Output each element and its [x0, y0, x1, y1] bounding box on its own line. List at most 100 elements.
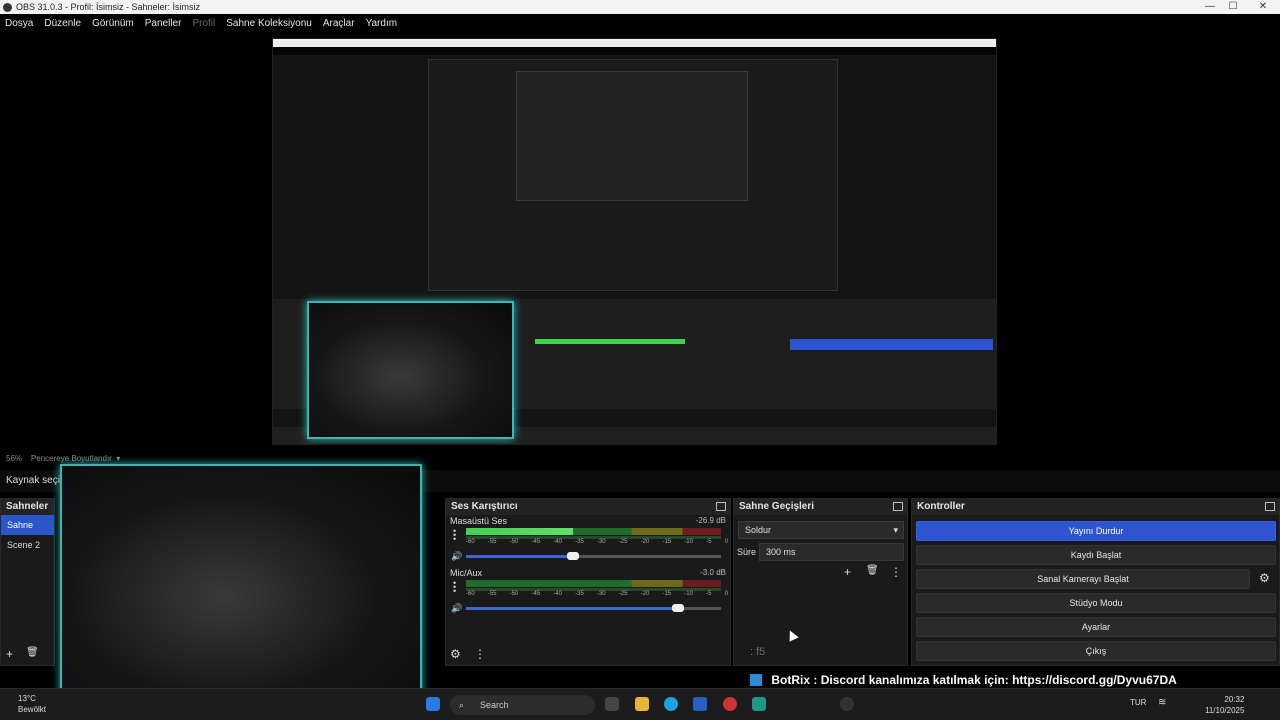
transition-select[interactable]: Soldur ▾	[738, 521, 904, 539]
file-explorer-icon[interactable]	[635, 697, 649, 711]
maximize-button[interactable]: ☐	[1218, 0, 1248, 14]
meter-ticks: -60 -55 -50 -45 -40 -35 -30 -25 -20 -15 …	[466, 539, 728, 549]
app-icon[interactable]	[752, 697, 766, 711]
volume-slider[interactable]	[466, 604, 721, 612]
chevron-down-icon[interactable]: ▾	[114, 454, 120, 463]
zoom-level[interactable]: 56%	[6, 454, 22, 463]
controls-dock: Kontroller Yayını Durdur Kaydı Başlat Sa…	[911, 498, 1280, 666]
speaker-icon[interactable]: 🔊	[451, 551, 462, 562]
tick-label: -55	[487, 539, 497, 545]
taskbar: 13°C Bewölkt ⌕ Search TUR ≋ 20:32 11/10/…	[0, 688, 1280, 720]
temperature: 13°C	[18, 694, 36, 703]
trash-icon[interactable]: 🗑	[26, 647, 39, 658]
nested-preview-inner	[516, 71, 748, 201]
slider-knob[interactable]	[671, 604, 684, 612]
trash-icon[interactable]: 🗑	[866, 565, 879, 576]
tick-label: -40	[553, 539, 562, 545]
menu-profile[interactable]: Profil	[192, 18, 215, 29]
controls-header: Kontroller	[912, 499, 1279, 515]
duration-spinbox[interactable]: 300 ms	[759, 543, 904, 561]
slider-fill	[466, 607, 678, 610]
clock[interactable]: 20:32 11/10/2025	[1205, 694, 1244, 716]
tick-label: -30	[596, 539, 606, 545]
studio-mode-button[interactable]: Stüdyo Modu	[916, 593, 1276, 613]
mixer-menu-icon[interactable]: ⋮	[474, 647, 486, 661]
scene-item-sahne[interactable]: Sahne	[1, 515, 54, 535]
speaker-icon[interactable]: 🔊	[451, 603, 462, 614]
search-label: Search	[480, 700, 509, 710]
tick-label: -35	[575, 539, 584, 545]
audio-mixer-dock: Ses Karıştırıcı Masaüstü Ses -26.9 dB • •…	[445, 498, 731, 666]
transition-selected: Soldur	[745, 525, 772, 535]
fit-mode[interactable]: Pencereye Boyutlandır	[31, 454, 112, 463]
chat-tail: : f5	[750, 646, 766, 658]
search-box[interactable]: ⌕ Search	[450, 695, 595, 715]
duration-value: 300 ms	[766, 547, 796, 557]
start-recording-button[interactable]: Kaydı Başlat	[916, 545, 1276, 565]
scenes-header: Sahneler	[1, 499, 54, 515]
tick-label: -10	[684, 591, 693, 597]
stop-streaming-button[interactable]: Yayını Durdur	[916, 521, 1276, 541]
chrome-icon[interactable]	[723, 697, 737, 711]
add-transition-icon[interactable]: +	[844, 565, 851, 579]
menu-docks[interactable]: Paneller	[145, 18, 182, 29]
popout-icon[interactable]	[893, 502, 903, 511]
tick-label: -45	[531, 539, 541, 545]
volume-slider[interactable]	[466, 552, 721, 560]
weather-widget[interactable]: 13°C Bewölkt	[18, 693, 46, 715]
weather-text: Bewölkt	[18, 705, 47, 714]
start-virtual-camera-button[interactable]: Sanal Kamerayı Başlat	[916, 569, 1250, 589]
menu-file[interactable]: Dosya	[5, 18, 33, 29]
nested-stop-stream	[790, 339, 993, 350]
menu-edit[interactable]: Düzenle	[44, 18, 81, 29]
settings-button[interactable]: Ayarlar	[916, 617, 1276, 637]
transition-menu-icon[interactable]: ⋮	[890, 565, 902, 579]
tick-label: -5	[706, 539, 712, 545]
scene-item-scene-2[interactable]: Scene 2	[1, 535, 54, 555]
nested-meter	[535, 339, 685, 344]
language-indicator[interactable]: TUR	[1130, 698, 1146, 707]
mixer-title: Ses Karıştırıcı	[451, 501, 518, 512]
virtual-camera-settings-icon[interactable]: ⚙	[1259, 571, 1270, 585]
store-icon[interactable]	[693, 697, 707, 711]
popout-icon[interactable]	[1265, 502, 1275, 511]
duration-label: Süre	[737, 547, 757, 557]
no-source-label: Kaynak seçili	[6, 475, 65, 486]
add-scene-icon[interactable]: +	[6, 647, 13, 661]
slider-fill	[466, 555, 574, 558]
wifi-icon[interactable]: ≋	[1158, 697, 1166, 708]
menu-tools[interactable]: Araçlar	[323, 18, 355, 29]
windows-start-icon[interactable]	[426, 697, 440, 711]
tick-label: -55	[487, 591, 497, 597]
tick-label: -25	[618, 591, 628, 597]
obs-taskbar-icon[interactable]	[840, 697, 854, 711]
window-titlebar: OBS 31.0.3 - Profil: İsimsiz - Sahneler:…	[0, 0, 1280, 14]
advanced-audio-gear-icon[interactable]: ⚙	[450, 647, 461, 661]
tick-label: -10	[684, 539, 693, 545]
close-button[interactable]: ✕	[1248, 0, 1278, 14]
nested-webcam	[307, 301, 514, 439]
controls-title: Kontroller	[917, 501, 965, 512]
mixer-header: Ses Karıştırıcı	[446, 499, 730, 515]
menu-view[interactable]: Görünüm	[92, 18, 134, 29]
tick-label: -35	[575, 591, 584, 597]
menu-scene-collection[interactable]: Sahne Koleksiyonu	[226, 18, 312, 29]
transitions-header: Sahne Geçişleri	[734, 499, 907, 515]
mixer-channel: Mic/Aux -3.0 dB • • • -60 -55 -50 -45 -40 …	[446, 567, 730, 619]
tick-label: -60	[466, 591, 475, 597]
kebab-menu-icon[interactable]: • • •	[453, 579, 456, 596]
tick-label: -50	[509, 539, 519, 545]
popout-icon[interactable]	[716, 502, 726, 511]
tick-label: -5	[706, 591, 712, 597]
kebab-menu-icon[interactable]: • • •	[453, 527, 456, 544]
menu-help[interactable]: Yardım	[366, 18, 398, 29]
meter-level	[466, 528, 574, 535]
nested-menubar	[273, 47, 996, 55]
preview-canvas[interactable]	[272, 38, 997, 445]
channel-name: Mic/Aux	[450, 568, 483, 578]
slider-knob[interactable]	[567, 552, 580, 560]
task-view-icon[interactable]	[605, 697, 619, 711]
edge-icon[interactable]	[664, 697, 678, 711]
exit-button[interactable]: Çıkış	[916, 641, 1276, 661]
volume-meter	[466, 580, 721, 587]
